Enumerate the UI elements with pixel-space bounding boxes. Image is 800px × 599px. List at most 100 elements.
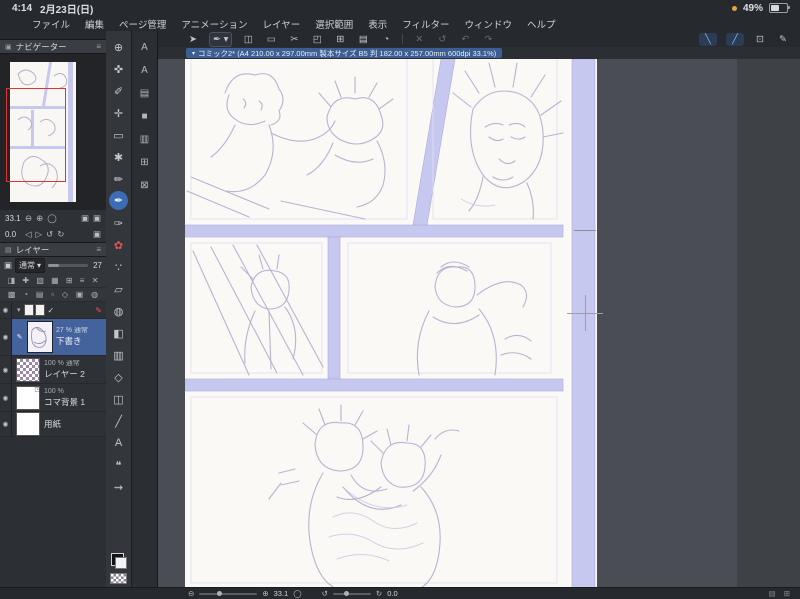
rotate-ccw-button[interactable]: ↺ [46, 229, 53, 240]
fit-window-icon[interactable]: ▤ [769, 589, 776, 598]
pixel-grid-icon[interactable]: ⊞ [784, 589, 790, 598]
snap-special-ruler-icon[interactable]: ╲ [699, 32, 717, 46]
selection-launcher-icon[interactable]: ◫ [241, 33, 255, 46]
rotate-cw-button[interactable]: ↻ [376, 589, 382, 598]
comic-page[interactable] [184, 59, 597, 588]
marquee-icon[interactable]: ▭ [264, 33, 278, 46]
close-panel-icon[interactable]: ⊠ [136, 177, 154, 193]
layer-command-icon[interactable]: ▣ [76, 290, 84, 299]
panel-menu-icon[interactable]: ≡ [96, 245, 101, 254]
layer-row-paper[interactable]: ◉ 用紙 [0, 412, 106, 437]
brush-tool-icon[interactable]: ✑ [109, 212, 128, 234]
material-panel-icon[interactable]: ▤ [136, 85, 154, 101]
blend-mode-dropdown[interactable]: 通常 ▾ [15, 258, 46, 273]
layer-command-icon[interactable]: ▦ [51, 276, 59, 285]
menu-item[interactable]: 選択範囲 [315, 17, 353, 31]
selection-tool-icon[interactable]: ▭ [109, 124, 128, 146]
ruler-tool-icon[interactable]: ╱ [109, 410, 128, 432]
layer-row[interactable]: ◉ ◳ 100 % コマ背景 1 [0, 384, 106, 412]
eraser-tool-icon[interactable]: ▱ [109, 278, 128, 300]
rotate-ccw-button[interactable]: ↺ [322, 589, 328, 598]
main-sub-color-swatch[interactable] [110, 553, 127, 569]
rotate-right-step-button[interactable]: ▷ [36, 229, 43, 240]
timelapse-icon[interactable]: ◔ [379, 33, 393, 46]
layer-command-icon[interactable]: ⊞ [66, 276, 73, 285]
airbrush-tool-icon[interactable]: ∵ [109, 256, 128, 278]
zoom-out-button[interactable]: ⊖ [25, 213, 32, 224]
layer-command-icon[interactable]: ◇ [62, 290, 68, 299]
layer-opacity-slider[interactable] [48, 264, 88, 267]
visibility-toggle-icon[interactable]: ◉ [0, 319, 12, 355]
layer-folder-row[interactable]: ◉ ▾ ✓ ✎ [0, 302, 106, 319]
visibility-toggle-icon[interactable]: ◉ [0, 356, 12, 383]
navigator-view-rectangle[interactable] [6, 88, 66, 182]
toolbar-separator[interactable] [402, 34, 404, 44]
palette-options-icon[interactable]: ▣ [4, 260, 12, 271]
panel-menu-icon[interactable]: ≡ [96, 42, 101, 51]
zoom-in-button[interactable]: ⊕ [262, 589, 268, 598]
layer-command-icon[interactable]: ▤ [36, 290, 44, 299]
hand-tool-icon[interactable]: ✜ [109, 58, 128, 80]
menu-item[interactable]: アニメーション [181, 17, 247, 31]
menu-item[interactable]: ヘルプ [527, 17, 556, 31]
fit-screen-button[interactable]: ▣ [81, 213, 89, 224]
layer-command-icon[interactable]: ◨ [8, 276, 16, 285]
rotate-left-step-button[interactable]: ◁ [25, 229, 32, 240]
zoom-reset-button[interactable]: ◯ [293, 589, 301, 598]
clear-icon[interactable]: ✕ [412, 33, 426, 46]
material-icon[interactable]: ▤ [356, 33, 370, 46]
auto-action-panel-icon[interactable]: A [136, 39, 154, 55]
fill-tool-icon[interactable]: ◧ [109, 322, 128, 344]
brush-preset-dropdown[interactable]: ✒ ▾ [209, 31, 233, 47]
menu-item[interactable]: ファイル [32, 17, 70, 31]
layer-command-icon[interactable]: ▩ [8, 290, 16, 299]
layer-row[interactable]: ◉ 100 % 通常 レイヤー 2 [0, 356, 106, 384]
layer-command-icon[interactable]: ✚ [22, 276, 29, 285]
workspace-panel-icon[interactable]: ⊞ [136, 154, 154, 170]
operation-tool-icon[interactable]: ➤ [186, 33, 200, 46]
zoom-slider[interactable] [199, 590, 258, 596]
layer-command-icon[interactable]: ◔ [23, 290, 28, 299]
menu-item[interactable]: 表示 [368, 17, 387, 31]
redo-icon[interactable]: ↷ [481, 33, 495, 46]
folder-expand-icon[interactable]: ▾ [17, 306, 21, 314]
undo-icon[interactable]: ↶ [458, 33, 472, 46]
canvas-viewport[interactable] [158, 59, 800, 588]
decoration-tool-icon[interactable]: ✿ [109, 234, 128, 256]
transparent-color-swatch[interactable] [110, 573, 127, 584]
zoom-out-button[interactable]: ⊖ [188, 589, 194, 598]
actual-size-button[interactable]: ▣ [93, 213, 101, 224]
zoom-reset-button[interactable]: ◯ [47, 213, 57, 224]
text-tool-icon[interactable]: A [109, 432, 128, 454]
visibility-toggle-icon[interactable]: ◉ [0, 302, 12, 318]
balloon-tool-icon[interactable]: ❝ [109, 454, 128, 476]
zoom-in-button[interactable]: ⊕ [36, 213, 43, 224]
menu-item[interactable]: ページ管理 [119, 17, 166, 31]
lasso-icon[interactable]: ✂ [287, 33, 301, 46]
figure-tool-icon[interactable]: ◇ [109, 366, 128, 388]
toolbar-spacer[interactable] [504, 33, 690, 46]
layer-command-icon[interactable]: ✕ [92, 276, 99, 285]
eyedropper-tool-icon[interactable]: ✐ [109, 80, 128, 102]
document-tab[interactable]: ▾ コミック2* (A4 210.00 x 297.00mm 製本サイズ B5 … [186, 48, 503, 58]
layer-command-icon[interactable]: ≡ [80, 276, 85, 285]
line-correction-tool-icon[interactable]: ⇝ [109, 476, 128, 498]
rotation-slider[interactable] [332, 590, 371, 596]
toolbar-settings-icon[interactable]: ✎ [776, 33, 790, 46]
flip-button[interactable]: ▣ [93, 229, 101, 240]
frame-border-tool-icon[interactable]: ◫ [109, 388, 128, 410]
rotate-cw-button[interactable]: ↻ [57, 229, 64, 240]
move-tool-icon[interactable]: ✛ [109, 102, 128, 124]
layer-panel-header[interactable]: ▤ レイヤー ≡ [0, 242, 106, 257]
menu-item[interactable]: レイヤー [262, 17, 300, 31]
grid-icon[interactable]: ⊞ [333, 33, 347, 46]
reset-view-icon[interactable]: ↺ [435, 33, 449, 46]
zoom-tool-icon[interactable]: ⊕ [109, 36, 128, 58]
layer-row-selected[interactable]: ◉ ✎ 27 % 通常 下書き [0, 319, 106, 356]
layer-command-icon[interactable]: ◍ [91, 290, 98, 299]
text-style-panel-icon[interactable]: A [136, 62, 154, 78]
menu-item[interactable]: 編集 [85, 17, 104, 31]
layer-command-icon[interactable]: ▧ [36, 276, 44, 285]
pen-tool-icon[interactable]: ✒ [109, 191, 128, 210]
visibility-toggle-icon[interactable]: ◉ [0, 384, 12, 411]
